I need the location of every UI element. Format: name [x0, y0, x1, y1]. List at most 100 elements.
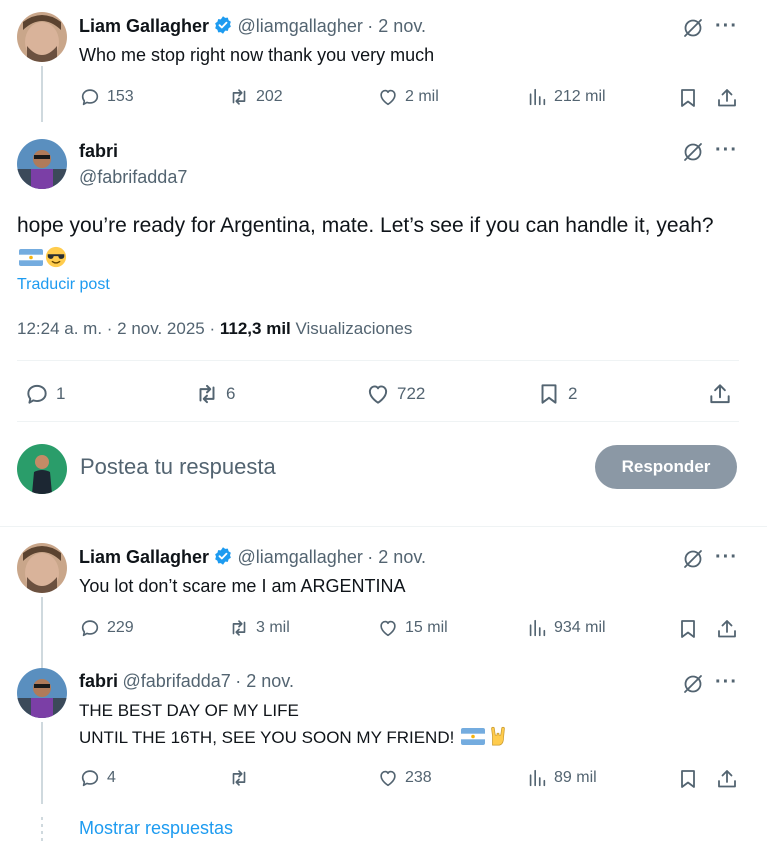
translate-link[interactable]: Traducir post	[17, 276, 110, 294]
bookmark-icon	[536, 381, 562, 407]
divider	[17, 421, 739, 422]
grok-icon[interactable]	[681, 16, 705, 40]
bookmark-icon[interactable]	[676, 767, 700, 791]
author-name[interactable]: fabri	[79, 141, 118, 162]
author-name[interactable]: fabri	[79, 671, 118, 691]
thread-line	[41, 66, 43, 122]
views-count: 934 mil	[554, 619, 606, 636]
share-icon[interactable]	[707, 381, 733, 407]
like-icon	[365, 381, 391, 407]
like-icon	[377, 86, 399, 108]
tweet-text-line-2-wrap: UNTIL THE 16TH, SEE YOU SOON MY FRIEND!	[79, 725, 509, 750]
like-button[interactable]: 722	[365, 381, 425, 407]
retweet-icon	[194, 381, 220, 407]
retweet-button[interactable]: 6	[194, 381, 235, 407]
author-name[interactable]: Liam Gallagher	[79, 16, 209, 36]
thread-line	[41, 722, 43, 804]
avatar-liam-gallagher[interactable]	[17, 543, 67, 593]
more-options-icon[interactable]: ···	[715, 140, 738, 160]
like-button[interactable]: 238	[377, 767, 432, 789]
more-options-icon[interactable]: ···	[715, 672, 738, 692]
retweet-icon	[228, 86, 250, 108]
grok-icon[interactable]	[681, 547, 705, 571]
reply-button[interactable]: 4	[79, 767, 116, 789]
retweet-count: 202	[256, 88, 283, 105]
grok-icon[interactable]	[681, 140, 705, 164]
avatar-liam-gallagher[interactable]	[17, 12, 67, 62]
author-handle[interactable]: @fabrifadda7	[122, 671, 230, 691]
tweet-meta: 12:24 a. m. · 2 nov. 2025 · 112,3 mil Vi…	[17, 319, 412, 339]
views-label: Visualizaciones	[295, 319, 413, 338]
views-icon	[526, 617, 548, 639]
like-count: 722	[397, 384, 426, 403]
reply-icon	[24, 381, 50, 407]
avatar-fabri[interactable]	[17, 139, 67, 189]
share-icon[interactable]	[715, 86, 739, 110]
argentina-flag-icon	[461, 728, 485, 745]
views-button[interactable]: 89 mil	[526, 767, 597, 789]
show-replies-link[interactable]: Mostrar respuestas	[79, 818, 233, 839]
share-icon[interactable]	[715, 767, 739, 791]
bookmark-button[interactable]: 2	[536, 381, 577, 407]
verified-badge-icon	[213, 546, 233, 566]
bookmark-icon[interactable]	[676, 617, 700, 641]
tweet-timestamp[interactable]: 12:24 a. m. · 2 nov. 2025 ·	[17, 319, 215, 338]
views-count: 212 mil	[554, 88, 606, 105]
tweet-text: hope you’re ready for Argentina, mate. L…	[17, 214, 714, 237]
rock-hand-emoji-icon	[491, 726, 505, 746]
like-icon	[377, 767, 399, 789]
divider	[17, 360, 739, 361]
reply-button[interactable]: 229	[79, 617, 134, 639]
reply-count: 153	[107, 88, 134, 105]
reply-icon	[79, 767, 101, 789]
retweet-button[interactable]: 202	[228, 86, 283, 108]
reply-button[interactable]: 1	[24, 381, 65, 407]
views-icon	[526, 767, 548, 789]
argentina-flag-icon	[19, 249, 43, 266]
avatar-current-user[interactable]	[17, 444, 67, 494]
like-button[interactable]: 2 mil	[377, 86, 439, 108]
retweet-icon	[228, 767, 250, 789]
reply-submit-button[interactable]: Responder	[595, 445, 737, 489]
like-count: 2 mil	[405, 88, 439, 105]
verified-badge-icon	[213, 15, 233, 35]
reply-icon	[79, 86, 101, 108]
tweet-date[interactable]: · 2 nov.	[235, 671, 294, 691]
like-button[interactable]: 15 mil	[377, 617, 448, 639]
retweet-icon	[228, 617, 250, 639]
tweet-date[interactable]: · 2 nov.	[367, 16, 426, 36]
bookmark-count: 2	[568, 384, 578, 403]
main-tweet-text: hope you’re ready for Argentina, mate. L…	[17, 210, 717, 274]
views-count: 89 mil	[554, 769, 597, 786]
bookmark-icon[interactable]	[676, 86, 700, 110]
reply-input[interactable]: Postea tu respuesta	[80, 454, 276, 480]
views-icon	[526, 86, 548, 108]
more-options-icon[interactable]: ···	[715, 547, 738, 567]
author-handle[interactable]: @liamgallagher	[238, 16, 363, 36]
author-handle[interactable]: @liamgallagher	[238, 547, 363, 567]
retweet-count: 6	[226, 384, 236, 403]
tweet-text: You lot don’t scare me I am ARGENTINA	[79, 576, 406, 596]
tweet-header: fabri @fabrifadda7 · 2 nov.	[79, 671, 294, 692]
like-icon	[377, 617, 399, 639]
tweet-text-line-2: UNTIL THE 16TH, SEE YOU SOON MY FRIEND!	[79, 728, 455, 747]
author-handle[interactable]: @fabrifadda7	[79, 167, 187, 188]
like-count: 238	[405, 769, 432, 786]
like-count: 15 mil	[405, 619, 448, 636]
grok-icon[interactable]	[681, 672, 705, 696]
tweet-header: Liam Gallagher @liamgallagher · 2 nov.	[79, 15, 426, 37]
tweet-date[interactable]: · 2 nov.	[367, 547, 426, 567]
share-icon[interactable]	[715, 617, 739, 641]
reply-count: 4	[107, 769, 116, 786]
author-name[interactable]: Liam Gallagher	[79, 547, 209, 567]
reply-button[interactable]: 153	[79, 86, 134, 108]
views-button[interactable]: 934 mil	[526, 617, 606, 639]
retweet-button[interactable]	[228, 767, 250, 789]
views-count: 112,3 mil	[219, 319, 291, 338]
tweet-header: Liam Gallagher @liamgallagher · 2 nov.	[79, 546, 426, 568]
views-button[interactable]: 212 mil	[526, 86, 606, 108]
retweet-button[interactable]: 3 mil	[228, 617, 290, 639]
reply-count: 1	[56, 384, 66, 403]
more-options-icon[interactable]: ···	[715, 16, 738, 36]
avatar-fabri[interactable]	[17, 668, 67, 718]
